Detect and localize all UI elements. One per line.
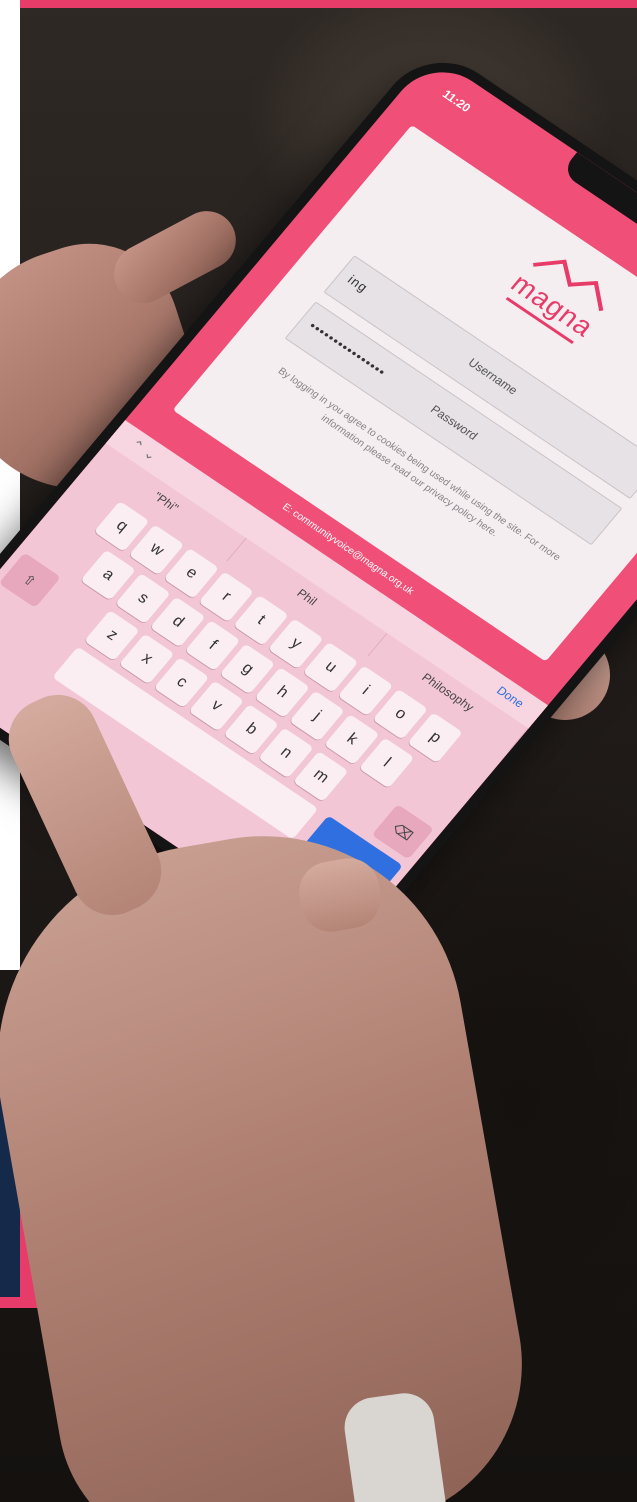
status-time: 11:20 xyxy=(439,87,474,115)
photo-scene: 11:20 magna ing Username •••••••••••••••… xyxy=(0,0,637,1502)
username-label: Username xyxy=(465,355,521,398)
password-label: Password xyxy=(427,402,481,443)
username-value: ing xyxy=(344,272,372,296)
magna-logo: magna xyxy=(489,234,634,355)
done-button[interactable]: Done xyxy=(494,684,527,711)
